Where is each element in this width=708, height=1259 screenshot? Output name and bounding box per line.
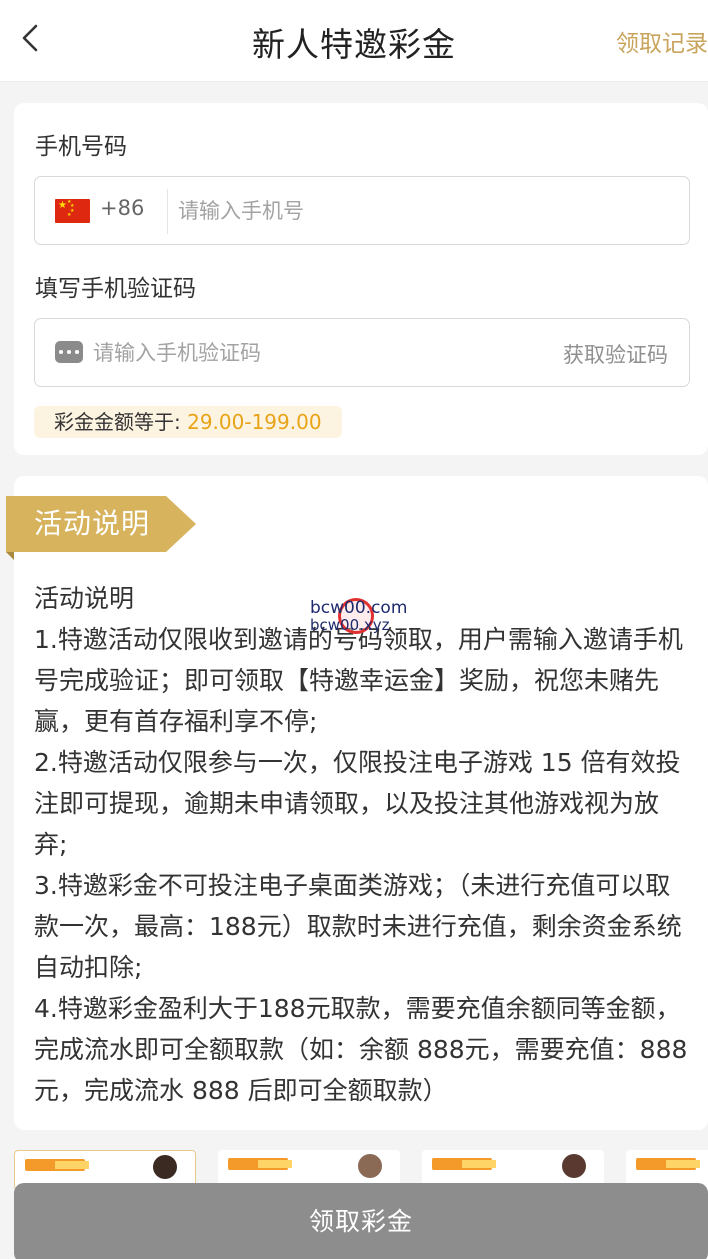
header-bar: 新人特邀彩金 领取记录 [0,0,708,82]
amount-badge: 彩金金额等于: 29.00-199.00 [34,406,342,438]
code-label: 填写手机验证码 [35,276,196,302]
message-icon [55,341,83,363]
claim-bonus-button[interactable]: 领取彩金 [14,1183,708,1259]
phone-input[interactable] [178,191,668,231]
rule-item: 3.特邀彩金不可投注电子桌面类游戏；（未进行充值可以取款一次，最高：188元）取… [34,871,682,982]
divider [167,189,168,234]
page-title: 新人特邀彩金 [252,25,456,64]
description-body: 活动说明 1.特邀活动仅限收到邀请的号码领取，用户需输入邀请手机号完成验证；即可… [34,578,692,1111]
get-code-button[interactable]: 获取验证码 [563,339,668,369]
amount-label: 彩金金额等于: [54,410,181,434]
phone-label: 手机号码 [35,134,127,160]
country-code[interactable]: +86 [100,196,144,220]
ribbon-title: 活动说明 [6,496,196,552]
description-heading: 活动说明 [34,584,135,613]
form-card: 手机号码 ★ ★ ★ ★ ★ +86 填写手机验证码 获取验证码 彩金金额等于:… [14,103,708,455]
code-input-group: 获取验证码 [34,318,690,387]
amount-value: 29.00-199.00 [187,410,322,434]
rule-item: 2.特邀活动仅限参与一次，仅限投注电子游戏 15 倍有效投注即可提现，逾期未申请… [34,748,681,859]
rule-item: 4.特邀彩金盈利大于188元取款，需要充值余额同等金额，完成流水即可全额取款（如… [34,994,688,1105]
china-flag-icon: ★ ★ ★ ★ ★ [55,199,90,223]
description-card: 活动说明 活动说明 1.特邀活动仅限收到邀请的号码领取，用户需输入邀请手机号完成… [6,476,708,1130]
code-input[interactable] [93,333,533,373]
rule-item: 1.特邀活动仅限收到邀请的号码领取，用户需输入邀请手机号完成验证；即可领取【特邀… [34,625,683,736]
ribbon-fold [6,552,14,560]
claim-record-link[interactable]: 领取记录 [616,24,708,58]
phone-input-group: ★ ★ ★ ★ ★ +86 [34,176,690,245]
